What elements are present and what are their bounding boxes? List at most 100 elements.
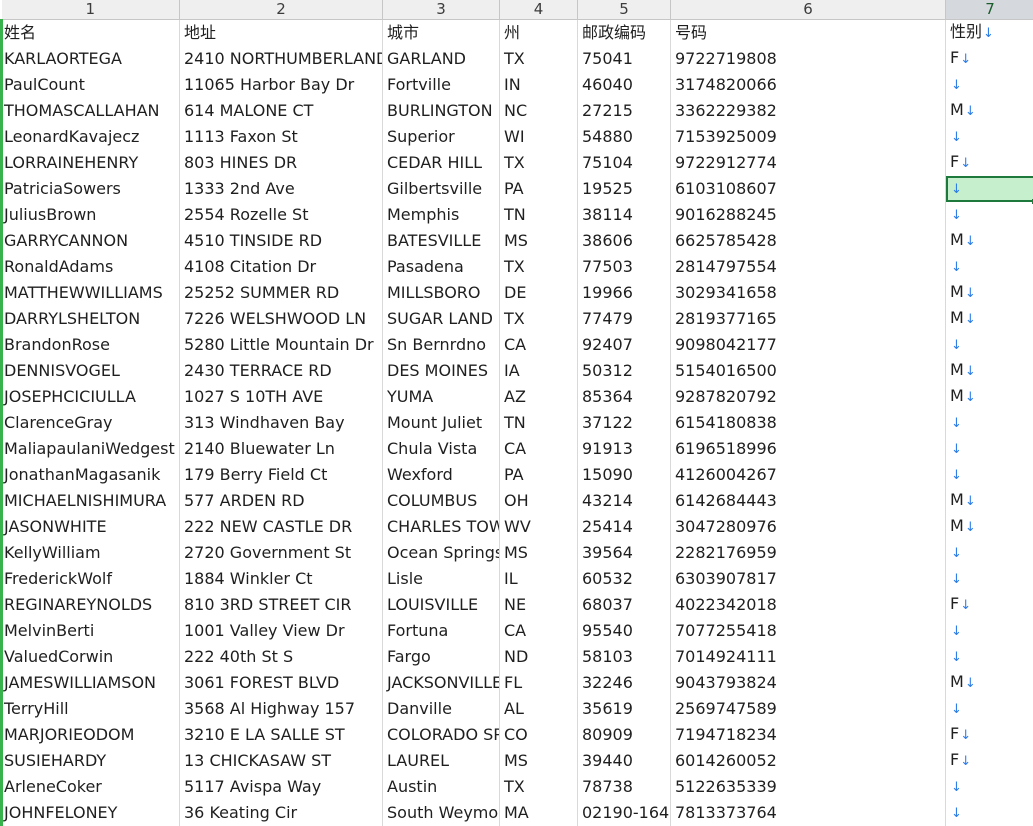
cell[interactable]: Chula Vista <box>383 436 500 462</box>
cell[interactable]: WI <box>500 124 578 150</box>
cell[interactable]: LeonardKavajecz <box>2 124 180 150</box>
cell[interactable]: 3210 E LA SALLE ST <box>180 722 383 748</box>
cell[interactable]: 75104 <box>578 150 671 176</box>
cell[interactable]: OH <box>500 488 578 514</box>
cell[interactable]: ↓ <box>946 566 1033 592</box>
cell[interactable]: 5122635339 <box>671 774 946 800</box>
cell[interactable]: 803 HINES DR <box>180 150 383 176</box>
cell[interactable]: LORRAINEHENRY <box>2 150 180 176</box>
cell[interactable]: 5154016500 <box>671 358 946 384</box>
cell[interactable]: CA <box>500 332 578 358</box>
cell[interactable]: Fortuna <box>383 618 500 644</box>
field-header-cell[interactable]: 性别↓ <box>946 20 1033 47</box>
cell[interactable]: Gilbertsville <box>383 176 500 202</box>
cell[interactable]: ↓ <box>946 540 1033 566</box>
cell[interactable]: 6014260052 <box>671 748 946 774</box>
cell[interactable]: 35619 <box>578 696 671 722</box>
cell[interactable]: M↓ <box>946 358 1033 384</box>
cell[interactable]: 60532 <box>578 566 671 592</box>
cell[interactable]: 3029341658 <box>671 280 946 306</box>
cell[interactable]: 810 3RD STREET CIR <box>180 592 383 618</box>
cell[interactable]: CHARLES TOWN <box>383 514 500 540</box>
cell[interactable]: IN <box>500 72 578 98</box>
cell[interactable]: TX <box>500 306 578 332</box>
cell[interactable]: 1333 2nd Ave <box>180 176 383 202</box>
cell[interactable]: M↓ <box>946 228 1033 254</box>
cell[interactable]: FL <box>500 670 578 696</box>
cell[interactable]: AZ <box>500 384 578 410</box>
cell[interactable]: 7813373764 <box>671 800 946 826</box>
cell[interactable]: MICHAELNISHIMURA <box>2 488 180 514</box>
cell[interactable]: 6103108607 <box>671 176 946 202</box>
cell[interactable]: IA <box>500 358 578 384</box>
cell[interactable]: 13 CHICKASAW ST <box>180 748 383 774</box>
cell[interactable]: ↓ <box>946 254 1033 280</box>
cell[interactable]: 7077255418 <box>671 618 946 644</box>
column-header-3[interactable]: 3 <box>383 0 500 20</box>
column-header-7[interactable]: 7 <box>946 0 1033 20</box>
cell[interactable]: MS <box>500 228 578 254</box>
cell[interactable]: MATTHEWWILLIAMS <box>2 280 180 306</box>
field-header-cell[interactable]: 城市 <box>383 20 500 47</box>
cell[interactable]: 68037 <box>578 592 671 618</box>
selected-cell[interactable]: ↓ <box>946 176 1033 202</box>
cell[interactable]: 6142684443 <box>671 488 946 514</box>
cell[interactable]: 1001 Valley View Dr <box>180 618 383 644</box>
field-header-cell[interactable]: 姓名 <box>2 20 180 47</box>
cell[interactable]: ↓ <box>946 72 1033 98</box>
cell[interactable]: THOMASCALLAHAN <box>2 98 180 124</box>
cell[interactable]: 25414 <box>578 514 671 540</box>
cell[interactable]: CA <box>500 618 578 644</box>
cell[interactable]: 3061 FOREST BLVD <box>180 670 383 696</box>
cell[interactable]: 92407 <box>578 332 671 358</box>
cell[interactable]: NC <box>500 98 578 124</box>
cell[interactable]: 3047280976 <box>671 514 946 540</box>
cell[interactable]: MILLSBORO <box>383 280 500 306</box>
field-header-cell[interactable]: 邮政编码 <box>578 20 671 47</box>
cell[interactable]: 7153925009 <box>671 124 946 150</box>
cell[interactable]: 27215 <box>578 98 671 124</box>
cell[interactable]: WV <box>500 514 578 540</box>
cell[interactable]: F↓ <box>946 722 1033 748</box>
cell[interactable]: MS <box>500 748 578 774</box>
field-header-cell[interactable]: 地址 <box>180 20 383 47</box>
cell[interactable]: 36 Keating Cir <box>180 800 383 826</box>
cell[interactable]: Pasadena <box>383 254 500 280</box>
cell[interactable]: 3568 Al Highway 157 <box>180 696 383 722</box>
cell[interactable]: TX <box>500 774 578 800</box>
cell[interactable]: 32246 <box>578 670 671 696</box>
cell[interactable]: 11065 Harbor Bay Dr <box>180 72 383 98</box>
cell[interactable]: 46040 <box>578 72 671 98</box>
cell[interactable]: 222 NEW CASTLE DR <box>180 514 383 540</box>
cell[interactable]: Superior <box>383 124 500 150</box>
cell[interactable]: 9043793824 <box>671 670 946 696</box>
cell[interactable]: ArleneCoker <box>2 774 180 800</box>
cell[interactable]: MaliapaulaniWedgest <box>2 436 180 462</box>
cell[interactable]: BURLINGTON <box>383 98 500 124</box>
cell[interactable]: 2140 Bluewater Ln <box>180 436 383 462</box>
cell[interactable]: 2430 TERRACE RD <box>180 358 383 384</box>
cell[interactable]: KARLAORTEGA <box>2 46 180 72</box>
cell[interactable]: ↓ <box>946 124 1033 150</box>
column-header-2[interactable]: 2 <box>180 0 383 20</box>
cell[interactable]: IL <box>500 566 578 592</box>
cell[interactable]: Wexford <box>383 462 500 488</box>
cell[interactable]: ↓ <box>946 332 1033 358</box>
cell[interactable]: GARLAND <box>383 46 500 72</box>
cell[interactable]: 39440 <box>578 748 671 774</box>
cell[interactable]: 2282176959 <box>671 540 946 566</box>
cell[interactable]: 9287820792 <box>671 384 946 410</box>
cell[interactable]: ND <box>500 644 578 670</box>
cell[interactable]: 614 MALONE CT <box>180 98 383 124</box>
cell[interactable]: SUGAR LAND <box>383 306 500 332</box>
cell[interactable]: 7014924111 <box>671 644 946 670</box>
column-header-6[interactable]: 6 <box>671 0 946 20</box>
cell[interactable]: JASONWHITE <box>2 514 180 540</box>
cell[interactable]: LOUISVILLE <box>383 592 500 618</box>
cell[interactable]: Mount Juliet <box>383 410 500 436</box>
cell[interactable]: AL <box>500 696 578 722</box>
cell[interactable]: 38606 <box>578 228 671 254</box>
cell[interactable]: 2819377165 <box>671 306 946 332</box>
cell[interactable]: Ocean Springs <box>383 540 500 566</box>
cell[interactable]: M↓ <box>946 488 1033 514</box>
